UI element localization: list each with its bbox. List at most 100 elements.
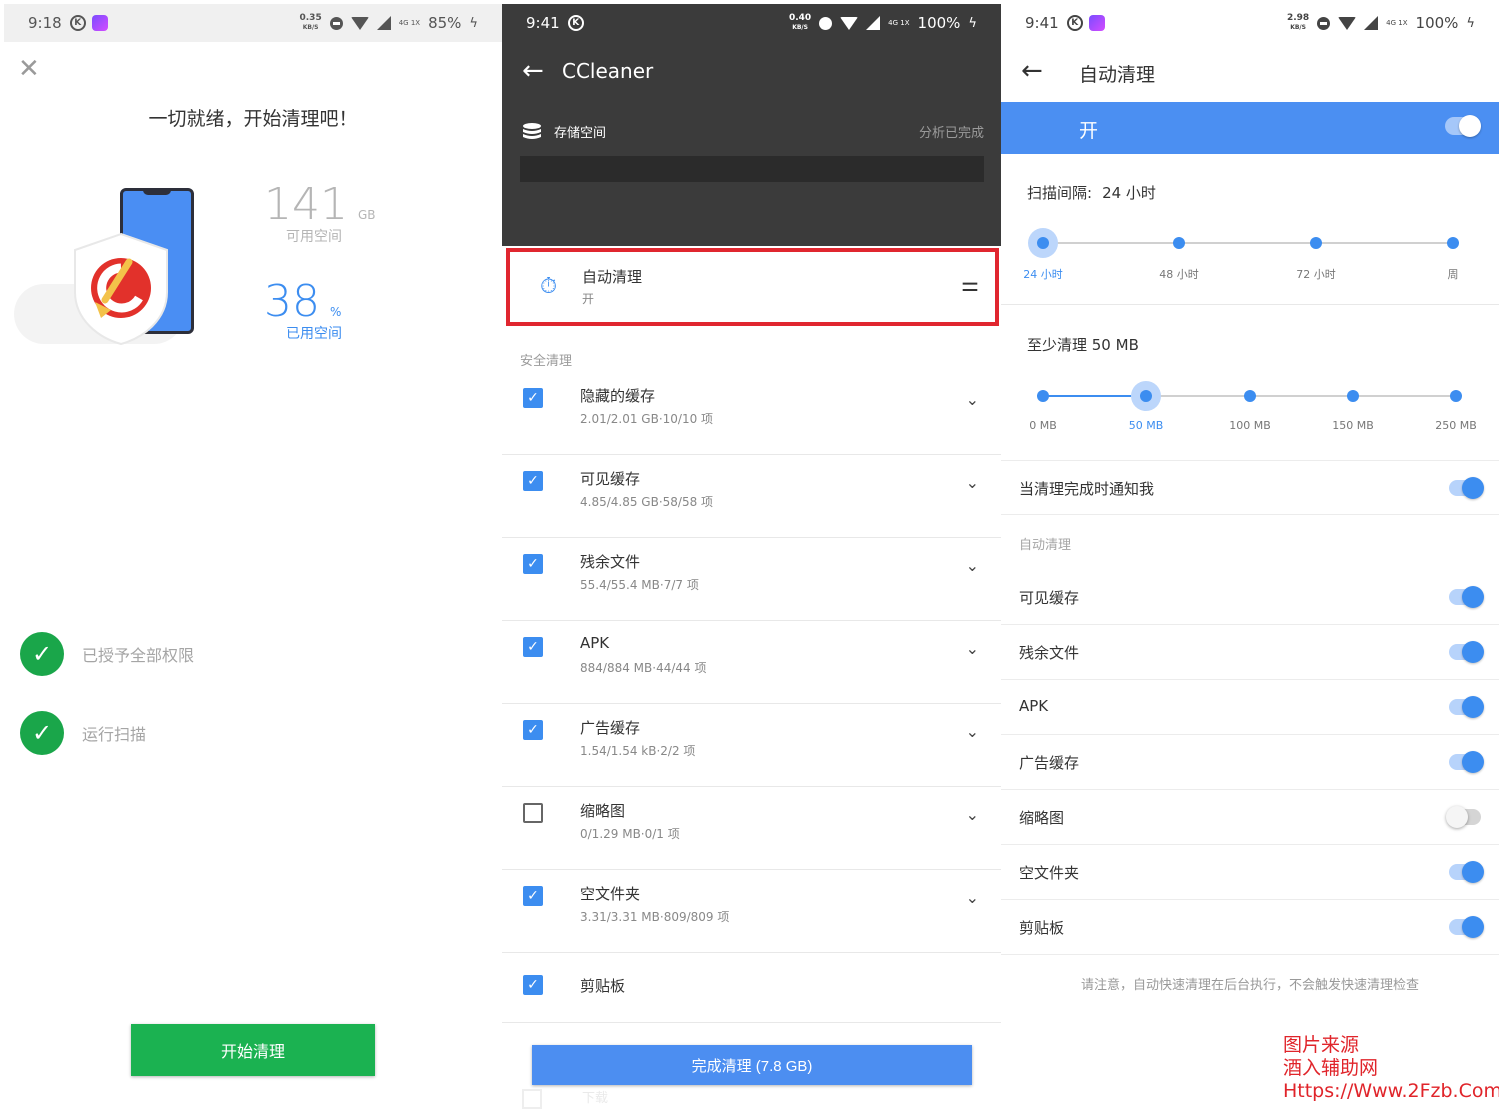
checkbox[interactable]: ✓ xyxy=(523,554,543,574)
status-bar: 9:41 K 2.98 KB/S 4G 1X 100% ϟ xyxy=(1001,4,1499,42)
battery-level: 85% xyxy=(428,14,462,32)
slider-tick-label: 250 MB xyxy=(1435,419,1477,432)
used-space-stat: 38% 已用空间 xyxy=(264,276,342,343)
checkbox[interactable]: ✓ xyxy=(523,720,543,740)
storage-bar xyxy=(520,156,984,182)
toggle-switch[interactable] xyxy=(1449,861,1484,883)
slider-stop[interactable] xyxy=(1450,390,1462,402)
wifi-icon xyxy=(1338,16,1357,30)
item-meta: 3.31/3.31 MB·809/809 项 xyxy=(580,910,730,924)
toggle-row[interactable]: 剪贴板 xyxy=(1001,900,1499,955)
checkbox[interactable]: ✓ xyxy=(523,637,543,657)
slider-tick-label: 72 小时 xyxy=(1296,268,1336,281)
slider-stop[interactable] xyxy=(1447,237,1459,249)
charging-icon: ϟ xyxy=(1466,15,1475,31)
toggle-label: 可见缓存 xyxy=(1019,589,1080,607)
toggle-switch[interactable] xyxy=(1449,641,1484,663)
check-icon: ✓ xyxy=(20,711,64,755)
slider-stop[interactable] xyxy=(1244,390,1256,402)
back-arrow-icon[interactable]: ← xyxy=(522,56,544,86)
item-name: 空文件夹 xyxy=(580,885,641,903)
settings-sliders-icon[interactable]: ⚌ xyxy=(961,272,979,296)
check-label: 已授予全部权限 xyxy=(82,646,195,665)
slider-stop[interactable] xyxy=(1028,228,1058,258)
checkbox[interactable]: ✓ xyxy=(523,471,543,491)
stopwatch-icon: ⏱ xyxy=(540,274,558,299)
master-toggle-bar[interactable]: 开 xyxy=(1001,102,1499,154)
toggle-switch[interactable] xyxy=(1449,751,1484,773)
slider-stop[interactable] xyxy=(1310,237,1322,249)
interval-slider[interactable] xyxy=(1028,228,1459,258)
divider xyxy=(1001,304,1499,305)
item-name: 剪贴板 xyxy=(580,977,626,995)
charging-icon: ϟ xyxy=(968,15,977,31)
list-item[interactable]: 缩略图 0/1.29 MB·0/1 项 ⌄ xyxy=(502,787,1001,870)
free-space-value: 141 xyxy=(264,179,348,230)
app-header: ← 自动清理 xyxy=(1001,42,1499,102)
interval-heading: 扫描间隔: 24 小时 xyxy=(1027,182,1156,203)
checkbox[interactable]: ✓ xyxy=(523,975,543,995)
toggle-row[interactable]: 空文件夹 xyxy=(1001,845,1499,900)
network-speed: 0.35 KB/S xyxy=(299,13,322,32)
chevron-down-icon[interactable]: ⌄ xyxy=(966,805,979,824)
toggle-switch[interactable] xyxy=(1449,586,1484,608)
k-icon: K xyxy=(69,15,86,31)
toggle-switch[interactable] xyxy=(1446,806,1481,828)
signal-icon xyxy=(1364,16,1379,30)
toggle-label: 剪贴板 xyxy=(1019,919,1065,937)
toggle-row[interactable]: 残余文件 xyxy=(1001,625,1499,680)
wifi-icon xyxy=(840,16,859,30)
start-clean-button[interactable]: 开始清理 xyxy=(131,1024,375,1076)
checkbox[interactable]: ✓ xyxy=(523,388,543,408)
database-icon xyxy=(523,122,541,139)
status-bar: 9:41 K 0.40 KB/S 4G 1X 100% ϟ xyxy=(502,4,1001,42)
toggle-label: 残余文件 xyxy=(1019,644,1080,662)
close-icon[interactable]: ✕ xyxy=(18,54,40,84)
slider-stop[interactable] xyxy=(1131,381,1161,411)
chevron-down-icon[interactable]: ⌄ xyxy=(966,639,979,658)
slider-stop[interactable] xyxy=(1347,390,1359,402)
master-toggle-label: 开 xyxy=(1079,120,1099,142)
list-item[interactable]: ✓ 广告缓存 1.54/1.54 kB·2/2 项 ⌄ xyxy=(502,704,1001,787)
toggle-row[interactable]: 可见缓存 xyxy=(1001,570,1499,625)
toggle-label: 缩略图 xyxy=(1019,809,1065,827)
slider-stop[interactable] xyxy=(1173,237,1185,249)
min-clean-heading: 至少清理 50 MB xyxy=(1027,336,1139,354)
slider-stop[interactable] xyxy=(1037,390,1049,402)
checkbox[interactable]: ✓ xyxy=(523,886,543,906)
list-item[interactable]: ✓ 隐藏的缓存 2.01/2.01 GB·10/10 项 ⌄ xyxy=(502,372,1001,455)
chevron-down-icon[interactable]: ⌄ xyxy=(966,390,979,409)
chevron-down-icon[interactable]: ⌄ xyxy=(966,473,979,492)
checkbox[interactable] xyxy=(523,803,543,823)
notify-toggle[interactable] xyxy=(1449,477,1484,499)
toggle-row[interactable]: 广告缓存 xyxy=(1001,735,1499,790)
list-item[interactable]: ✓ 可见缓存 4.85/4.85 GB·58/58 项 ⌄ xyxy=(502,455,1001,538)
ready-screen: 9:18 K 0.35 KB/S 4G 1X 85% ϟ ✕ 一切就绪，开始清理吧… xyxy=(4,4,502,1115)
toggle-switch[interactable] xyxy=(1449,696,1484,718)
chevron-down-icon[interactable]: ⌄ xyxy=(966,722,979,741)
list-item[interactable]: ✓ 空文件夹 3.31/3.31 MB·809/809 项 ⌄ xyxy=(502,870,1001,953)
chevron-down-icon[interactable]: ⌄ xyxy=(966,888,979,907)
slider-tick-label: 48 小时 xyxy=(1159,268,1199,281)
toggle-row[interactable]: 缩略图 xyxy=(1001,790,1499,845)
list-item[interactable]: ✓ 残余文件 55.4/55.4 MB·7/7 项 ⌄ xyxy=(502,538,1001,621)
page-title: 一切就绪，开始清理吧！ xyxy=(148,108,358,130)
toggle-row[interactable]: APK xyxy=(1001,680,1499,735)
toggle-switch[interactable] xyxy=(1449,916,1484,938)
notify-row[interactable]: 当清理完成时通知我 xyxy=(1001,460,1499,515)
master-toggle[interactable] xyxy=(1445,115,1481,137)
toggle-label: 广告缓存 xyxy=(1019,754,1080,772)
back-arrow-icon[interactable]: ← xyxy=(1021,56,1043,86)
network-speed: 2.98 KB/S xyxy=(1286,13,1310,32)
notify-label: 当清理完成时通知我 xyxy=(1019,480,1155,498)
list-item[interactable]: ✓ 剪贴板 xyxy=(502,953,1001,1023)
list-item[interactable]: ✓ APK 884/884 MB·44/44 项 ⌄ xyxy=(502,621,1001,704)
check-icon: ✓ xyxy=(20,632,64,676)
auto-clean-card[interactable]: ⏱ 自动清理 开 ⚌ xyxy=(506,248,999,326)
status-time: 9:41 xyxy=(526,14,560,32)
chevron-down-icon[interactable]: ⌄ xyxy=(966,556,979,575)
min-size-slider[interactable] xyxy=(1037,381,1462,411)
finish-clean-button[interactable]: 完成清理 (7.8 GB) xyxy=(532,1045,972,1085)
do-not-disturb-icon xyxy=(819,16,833,30)
signal-icon xyxy=(866,16,881,30)
